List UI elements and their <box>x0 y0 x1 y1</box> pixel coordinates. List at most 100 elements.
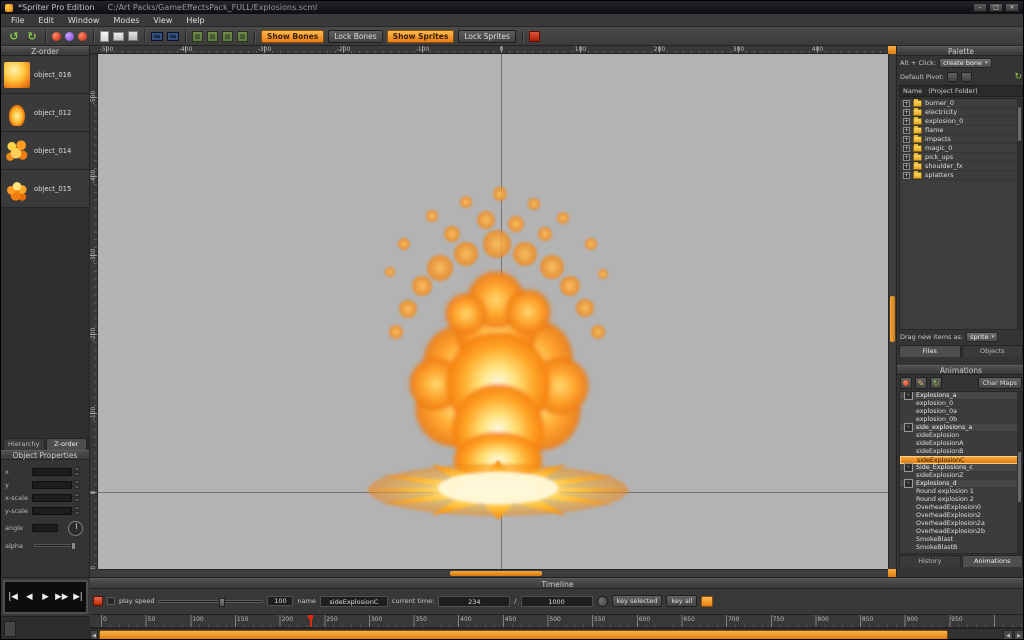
stepper[interactable] <box>74 480 80 489</box>
duration-field[interactable]: 1000 <box>521 596 593 607</box>
alpha-slider[interactable] <box>34 544 76 547</box>
expand-icon[interactable]: + <box>903 109 910 116</box>
play-speed-value[interactable]: 100 <box>267 596 293 606</box>
zorder-item[interactable]: object_014 <box>1 132 89 170</box>
animation-item[interactable]: explosion_0 <box>900 400 1022 408</box>
tab-files[interactable]: Files <box>899 345 961 357</box>
folder-row[interactable]: + shoulder_fx <box>900 162 1022 171</box>
splitter-handle-bottom[interactable] <box>888 569 896 577</box>
new-file-icon[interactable] <box>100 31 109 42</box>
record-button[interactable] <box>900 377 912 389</box>
scroll-right-icon[interactable]: ▶ <box>1014 630 1024 640</box>
canvas[interactable] <box>98 54 888 569</box>
slider-handle[interactable] <box>219 598 225 607</box>
stepper[interactable] <box>74 506 80 515</box>
stepper[interactable] <box>74 493 80 502</box>
keyframe-icon[interactable] <box>529 31 540 42</box>
add-key-icon[interactable] <box>701 596 713 607</box>
animation-item[interactable]: side_explosions_a <box>900 424 1022 432</box>
playback-button[interactable]: ◀ <box>21 592 37 602</box>
snap-time-button[interactable] <box>597 596 608 607</box>
zorder-item[interactable]: object_016 <box>1 56 89 94</box>
screen-icon-2[interactable] <box>167 32 179 41</box>
animation-item[interactable]: SmokeBlastB <box>900 544 1022 552</box>
angle-input[interactable] <box>32 524 58 532</box>
lock-bones-button[interactable]: Lock Bones <box>328 30 383 43</box>
magnet-icon[interactable] <box>207 31 218 42</box>
scroll-left-icon[interactable]: ◀ <box>1003 630 1013 640</box>
save-file-icon[interactable] <box>128 31 138 41</box>
splitter-handle-top[interactable] <box>888 46 896 54</box>
loop-button[interactable]: ↻ <box>930 377 942 389</box>
show-bones-button[interactable]: Show Bones <box>261 30 324 43</box>
horizontal-scroll-thumb[interactable] <box>450 571 542 576</box>
animation-item[interactable]: sideExplosionA <box>900 440 1022 448</box>
grid-snap-icon[interactable] <box>192 31 203 42</box>
animation-item[interactable]: OverheadExplosion2a <box>900 520 1022 528</box>
animation-item[interactable]: explosion_0b <box>900 416 1022 424</box>
lock-sprites-button[interactable]: Lock Sprites <box>458 30 516 43</box>
vertical-scroll-thumb[interactable] <box>890 296 895 342</box>
pivot-option-button-1[interactable] <box>947 72 958 82</box>
tab-objects[interactable]: Objects <box>962 345 1024 357</box>
red-dot-icon[interactable] <box>52 32 61 41</box>
open-file-icon[interactable] <box>113 32 124 41</box>
animation-item[interactable]: explosion_0a <box>900 408 1022 416</box>
show-sprites-button[interactable]: Show Sprites <box>387 30 455 43</box>
animation-item[interactable]: Explosions_d <box>900 480 1022 488</box>
menu-item[interactable]: Window <box>61 15 107 26</box>
menu-item[interactable]: Edit <box>31 15 61 26</box>
scroll-left-icon[interactable]: ◀ <box>90 630 98 640</box>
menu-item[interactable]: Help <box>179 15 211 26</box>
playback-button[interactable]: ▶| <box>70 592 86 602</box>
align-icon[interactable] <box>222 31 233 42</box>
folder-row[interactable]: + burner_0 <box>900 99 1022 108</box>
animation-item[interactable]: Round explosion 2 <box>900 496 1022 504</box>
timeline-left-widget[interactable] <box>4 621 16 637</box>
animation-item[interactable]: sideExplosionC <box>900 456 1022 464</box>
alt-click-select[interactable]: create bone ▾ <box>939 58 991 68</box>
expand-icon[interactable]: + <box>903 136 910 143</box>
playback-button[interactable]: ▶▶ <box>54 592 70 602</box>
red-dot-icon-2[interactable] <box>78 32 87 41</box>
timeline-checkbox[interactable] <box>107 597 115 605</box>
folder-row[interactable]: + flame <box>900 126 1022 135</box>
zorder-item[interactable]: object_015 <box>1 170 89 208</box>
playback-button[interactable]: ▶ <box>37 592 53 602</box>
tab-hierarchy[interactable]: Hierarchy <box>3 438 45 450</box>
bounds-icon[interactable] <box>237 31 248 42</box>
animation-item[interactable]: OverheadExplosion0 <box>900 504 1022 512</box>
expand-icon[interactable]: + <box>903 163 910 170</box>
tab-animations[interactable]: Animations <box>962 555 1024 567</box>
key-selected-button[interactable]: key selected <box>612 595 663 607</box>
pivot-option-button-2[interactable] <box>961 72 972 82</box>
menu-item[interactable]: File <box>4 15 31 26</box>
menu-item[interactable]: Modes <box>106 15 146 26</box>
animation-item[interactable]: OverheadExplosion2 <box>900 512 1022 520</box>
animation-item[interactable]: OverheadExplosion2b <box>900 528 1022 536</box>
folder-row[interactable]: + pick_ups <box>900 153 1022 162</box>
expand-icon[interactable]: + <box>903 118 910 125</box>
animation-item[interactable]: sideExplosionZ <box>900 472 1022 480</box>
animation-item[interactable]: sideExplosionB <box>900 448 1022 456</box>
property-input[interactable] <box>32 481 72 489</box>
undo-icon[interactable]: ↺ <box>7 29 21 43</box>
animation-item[interactable]: Explosions_a <box>900 392 1022 400</box>
property-input[interactable] <box>32 507 72 515</box>
explosion-sprite[interactable] <box>348 172 648 522</box>
playhead[interactable] <box>310 615 312 628</box>
folder-row[interactable]: + splatters <box>900 171 1022 180</box>
char-maps-button[interactable]: Char Maps <box>978 377 1022 389</box>
animation-item[interactable]: SmokeBlast <box>900 536 1022 544</box>
play-speed-slider[interactable] <box>158 600 263 603</box>
expand-icon[interactable]: + <box>903 127 910 134</box>
timeline-record-button[interactable] <box>93 596 103 606</box>
minimize-button[interactable]: – <box>973 3 987 12</box>
property-input[interactable] <box>32 494 72 502</box>
close-button[interactable]: × <box>1005 3 1019 12</box>
timeline-scroll-thumb[interactable] <box>99 630 948 640</box>
folder-row[interactable]: + impacts <box>900 135 1022 144</box>
animation-name-field[interactable]: sideExplosionC <box>320 596 388 607</box>
zorder-item[interactable]: object_012 <box>1 94 89 132</box>
key-all-button[interactable]: key all <box>666 595 697 607</box>
